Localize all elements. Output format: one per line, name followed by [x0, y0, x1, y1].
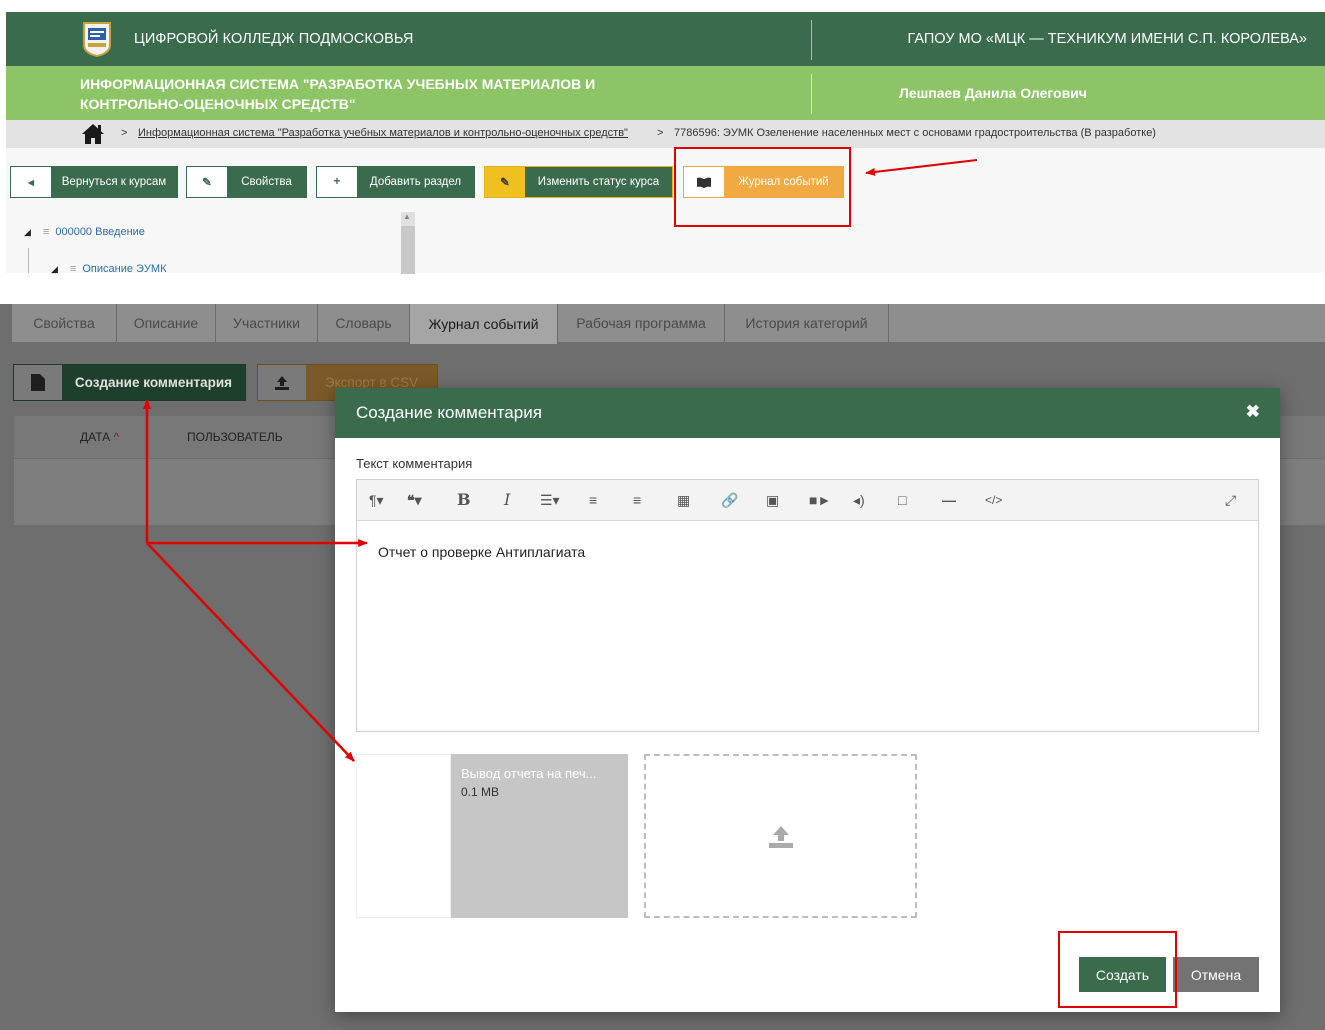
file-icon [14, 365, 62, 400]
scroll-up-icon[interactable]: ▲ [403, 212, 411, 221]
pencil-icon: ✎ [485, 167, 525, 197]
create-comment-modal: Создание комментария ✖ Текст комментария… [335, 388, 1280, 1012]
paragraph-icon[interactable]: ¶▾ [369, 491, 384, 509]
highlight-box-event-log [674, 147, 851, 227]
top-header: ЦИФРОВОЙ КОЛЛЕДЖ ПОДМОСКОВЬЯ ГАПОУ МО «М… [6, 12, 1325, 66]
tab-event-log[interactable]: Журнал событий [410, 304, 558, 344]
modal-header: Создание комментария ✖ [335, 388, 1280, 438]
tab-properties[interactable]: Свойства [12, 304, 117, 342]
column-user[interactable]: ПОЛЬЗОВАТЕЛЬ [187, 430, 283, 444]
ordered-list-icon[interactable]: ≡ [589, 491, 597, 509]
quote-icon[interactable]: ❝▾ [407, 491, 422, 509]
video-icon[interactable]: ■► [809, 491, 831, 509]
highlight-box-create [1058, 931, 1177, 1008]
subheader-divider [811, 74, 812, 114]
header-divider [811, 20, 812, 60]
comment-text[interactable]: Отчет о проверке Антиплагиата [378, 544, 585, 560]
org-name: ГАПОУ МО «МЦК — ТЕХНИКУМ ИМЕНИ С.П. КОРО… [907, 31, 1307, 47]
comment-editor[interactable]: ¶▾ ❝▾ B I ☰▾ ≡ ≡ ▦ 🔗 ▣ ■► ◂) □ — </> ⤢ О… [356, 479, 1259, 732]
tab-description[interactable]: Описание [117, 304, 216, 342]
create-comment-button[interactable]: Создание комментария [13, 364, 246, 401]
horizontal-rule-icon[interactable]: — [942, 491, 956, 509]
edit-icon: ✎ [187, 167, 227, 197]
tree-scrollbar[interactable]: ▲ [401, 212, 415, 274]
file-thumbnail [356, 754, 451, 918]
breadcrumb-separator: > [657, 127, 664, 139]
breadcrumb: > Информационная система "Разработка уче… [6, 120, 1325, 148]
tab-dictionary[interactable]: Словарь [318, 304, 410, 342]
cancel-button[interactable]: Отмена [1173, 957, 1259, 992]
caret-left-icon: ◂ [11, 167, 51, 197]
italic-icon[interactable]: I [504, 491, 510, 509]
sub-header: ИНФОРМАЦИОННАЯ СИСТЕМА "РАЗРАБОТКА УЧЕБН… [6, 66, 1325, 120]
image-icon[interactable]: ▣ [766, 491, 779, 509]
file-name: Вывод отчета на печ... [461, 766, 597, 781]
course-tabs: Свойства Описание Участники Словарь Журн… [12, 304, 1325, 344]
code-view-icon[interactable]: </> [985, 491, 1002, 509]
tab-category-history[interactable]: История категорий [725, 304, 889, 342]
file-info: Вывод отчета на печ... 0.1 MB [451, 754, 628, 918]
comment-field-label: Текст комментария [356, 456, 473, 471]
college-logo-icon [83, 22, 111, 57]
user-name[interactable]: Лешпаев Данила Олегович [899, 85, 1087, 101]
unordered-list-icon[interactable]: ≡ [633, 491, 641, 509]
editor-toolbar: ¶▾ ❝▾ B I ☰▾ ≡ ≡ ▦ 🔗 ▣ ■► ◂) □ — </> ⤢ [357, 480, 1258, 521]
system-title: ИНФОРМАЦИОННАЯ СИСТЕМА "РАЗРАБОТКА УЧЕБН… [80, 76, 596, 112]
align-icon[interactable]: ☰▾ [540, 491, 560, 509]
file-size: 0.1 MB [461, 785, 500, 799]
scroll-thumb[interactable] [401, 226, 415, 274]
audio-icon[interactable]: ◂) [853, 491, 865, 509]
add-section-button[interactable]: + Добавить раздел [316, 166, 475, 198]
tree-item[interactable]: ◢ ≡ Описание ЭУМК [51, 263, 166, 275]
column-date[interactable]: ДАТА ^ [80, 430, 119, 444]
breadcrumb-current: 7786596: ЭУМК Озеленение населенных мест… [674, 127, 1156, 139]
breadcrumb-separator: > [121, 127, 128, 139]
table-icon[interactable]: ▦ [677, 491, 690, 509]
tab-participants[interactable]: Участники [216, 304, 318, 342]
tree-item[interactable]: ◢ ≡ 000000 Введение [24, 226, 145, 238]
change-status-button[interactable]: ✎ Изменить статус курса [484, 166, 673, 198]
home-icon[interactable] [81, 123, 105, 145]
upload-icon [258, 365, 306, 400]
upload-icon [769, 826, 793, 848]
bold-icon[interactable]: B [457, 491, 471, 509]
tree-connector [28, 248, 29, 273]
attached-file[interactable]: Вывод отчета на печ... 0.1 MB [356, 754, 628, 918]
modal-title: Создание комментария [356, 403, 542, 422]
tab-work-program[interactable]: Рабочая программа [558, 304, 725, 342]
collapse-triangle-icon[interactable]: ◢ [24, 227, 31, 237]
drag-handle-icon[interactable]: ≡ [70, 263, 76, 275]
close-icon[interactable]: ✖ [1246, 402, 1260, 422]
link-icon[interactable]: 🔗 [721, 491, 738, 509]
properties-button[interactable]: ✎ Свойства [186, 166, 307, 198]
collapse-triangle-icon[interactable]: ◢ [51, 264, 58, 274]
course-toolbar: ◂ Вернуться к курсам ✎ Свойства + Добави… [6, 148, 1325, 275]
back-to-courses-button[interactable]: ◂ Вернуться к курсам [10, 166, 178, 198]
college-name: ЦИФРОВОЙ КОЛЛЕДЖ ПОДМОСКОВЬЯ [134, 31, 414, 47]
file-dropzone[interactable] [644, 754, 917, 918]
fullscreen-icon[interactable]: ⤢ [1225, 491, 1236, 509]
breadcrumb-link-system[interactable]: Информационная система "Разработка учебн… [138, 127, 628, 139]
file-icon[interactable]: □ [898, 491, 906, 509]
plus-icon: + [317, 167, 357, 197]
sort-up-icon: ^ [113, 430, 120, 444]
drag-handle-icon[interactable]: ≡ [43, 226, 49, 238]
